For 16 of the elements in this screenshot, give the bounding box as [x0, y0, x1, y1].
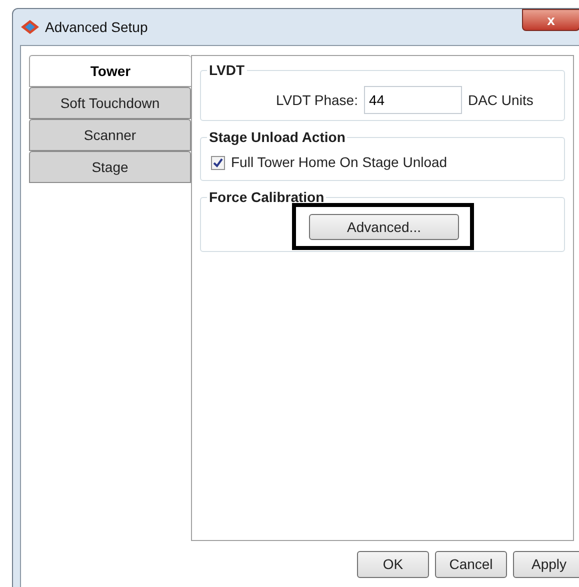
checkbox-label: Full Tower Home On Stage Unload: [231, 153, 448, 172]
dialog-button[interactable]: OK: [357, 551, 429, 578]
field-label: LVDT Phase:: [276, 90, 358, 110]
tab[interactable]: Stage: [29, 151, 191, 183]
unit-label: DAC Units: [468, 90, 534, 110]
tab[interactable]: Tower: [29, 55, 191, 87]
dialog-button[interactable]: Cancel: [435, 551, 507, 578]
close-button[interactable]: x: [522, 9, 579, 31]
checkbox[interactable]: [211, 156, 225, 170]
tab[interactable]: Soft Touchdown: [29, 87, 191, 119]
dialog-button[interactable]: Apply: [513, 551, 579, 578]
lvdt-phase-field[interactable]: 44: [364, 86, 462, 114]
app-logo-icon: [21, 20, 39, 34]
advanced-button[interactable]: Advanced...: [309, 214, 459, 240]
tab[interactable]: Scanner: [29, 119, 191, 151]
window-title: Advanced Setup: [45, 18, 148, 37]
